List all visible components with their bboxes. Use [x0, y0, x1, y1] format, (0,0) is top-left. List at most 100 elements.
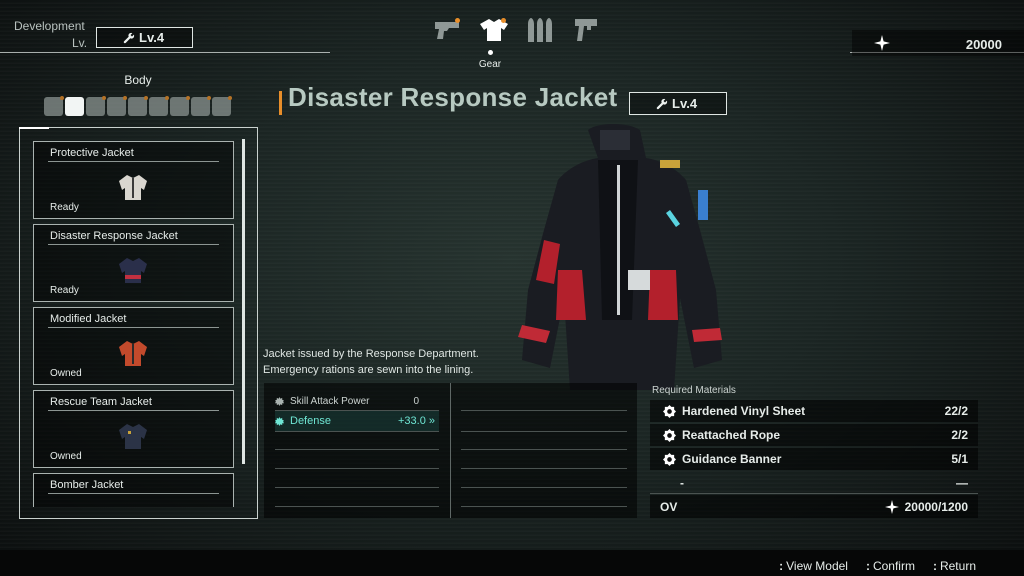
material-name: - [680, 475, 684, 490]
material-row: - — [650, 472, 978, 494]
item-divider [48, 244, 219, 245]
tab-gear[interactable] [476, 14, 512, 46]
item-description: Jacket issued by the Response Department… [263, 346, 479, 378]
tab-ammo[interactable] [522, 14, 558, 46]
stat-row-line [461, 468, 627, 469]
gear-icon [275, 396, 284, 406]
list-item[interactable]: Disaster Response Jacket Ready [33, 224, 234, 302]
list-item[interactable]: Modified Jacket Owned [33, 307, 234, 385]
prompt-key-glyph: : [865, 559, 870, 573]
active-tab-label: Gear [478, 59, 502, 70]
prompt-label: Return [939, 559, 976, 573]
wrench-icon [656, 98, 668, 109]
stat-row-line [461, 431, 627, 432]
item-title: Disaster Response Jacket [288, 82, 618, 112]
item-name: Bomber Jacket [50, 479, 124, 491]
item-status: Ready [50, 285, 79, 296]
currency-value: 20000 [965, 37, 1002, 52]
slot-body-icon[interactable] [65, 97, 84, 116]
list-scrollbar[interactable] [242, 139, 245, 464]
material-count: 22/2 [944, 404, 968, 418]
character-model[interactable] [510, 120, 730, 390]
jacket-icon [119, 258, 147, 283]
stat-row-defense: Defense +33.0 » [275, 411, 439, 431]
stat-label: Skill Attack Power [290, 395, 370, 407]
stat-row-line [275, 506, 439, 507]
stat-row-line [461, 410, 627, 411]
prompt-key-glyph: : [932, 559, 937, 573]
wrench-icon [123, 32, 135, 43]
category-tabs [430, 14, 604, 46]
stat-row-line [461, 487, 627, 488]
new-indicator-dot [501, 18, 506, 23]
title-accent-bar [279, 91, 282, 115]
development-level-badge: Lv.4 [96, 27, 193, 48]
description-line-2: Emergency rations are sewn into the lini… [263, 364, 474, 376]
material-badge-icon [663, 404, 676, 418]
item-name: Disaster Response Jacket [50, 230, 178, 242]
slot-shoes-icon[interactable] [128, 96, 148, 116]
slot-accessory-icon[interactable] [212, 96, 232, 116]
tool-icon [575, 19, 597, 41]
item-status: Ready [50, 202, 79, 213]
slot-icon-row [44, 96, 232, 116]
development-lv-label: Lv. [72, 36, 88, 50]
stat-row-line [275, 468, 439, 469]
tab-weapon[interactable] [430, 14, 466, 46]
stat-value: 0 [413, 395, 419, 407]
list-item[interactable]: Bomber Jacket [33, 473, 234, 507]
stat-row-line [275, 410, 439, 411]
material-name: Guidance Banner [682, 452, 782, 466]
item-status: Owned [50, 368, 82, 379]
slot-gloves-icon[interactable] [107, 96, 127, 116]
development-level-value: Lv.4 [139, 30, 165, 45]
stat-label: Defense [290, 415, 331, 427]
description-line-1: Jacket issued by the Response Department… [263, 348, 479, 360]
material-name: Reattached Rope [682, 428, 781, 442]
active-tab-indicator [488, 50, 493, 55]
slot-bag-icon[interactable] [191, 96, 211, 116]
gear-screen: Development Lv. Lv.4 Gear 20000 Body Pro… [0, 0, 1024, 576]
view-model-prompt[interactable]: : View Model [779, 559, 848, 573]
slot-vest-icon[interactable] [44, 96, 64, 116]
return-prompt[interactable]: : Return [933, 559, 976, 573]
stat-row-line [461, 506, 627, 507]
tab-tool[interactable] [568, 14, 604, 46]
list-item[interactable]: Rescue Team Jacket Owned [33, 390, 234, 468]
jacket-icon [119, 341, 147, 366]
material-count: 5/1 [951, 452, 968, 466]
material-badge-icon [663, 452, 676, 466]
slot-hat-icon[interactable] [149, 96, 169, 116]
item-status: Owned [50, 451, 82, 462]
item-divider [48, 161, 219, 162]
material-count: — [956, 475, 968, 490]
gear-icon [275, 416, 284, 426]
item-divider [48, 493, 219, 494]
ov-value: 20000/1200 [904, 499, 968, 514]
item-level-badge: Lv.4 [629, 92, 727, 115]
stat-row-line [275, 449, 439, 450]
stat-row-line [275, 487, 439, 488]
material-row: Guidance Banner 5/1 [650, 448, 978, 470]
development-label: Development [14, 19, 85, 33]
slot-goggles-icon[interactable] [170, 96, 190, 116]
material-count: 2/2 [951, 428, 968, 442]
material-row: Reattached Rope 2/2 [650, 424, 978, 446]
prompt-label: Confirm [872, 559, 915, 573]
ov-label: OV [660, 499, 678, 514]
button-prompts: : View Model : Confirm : Return [779, 559, 976, 573]
jacket-icon [119, 175, 147, 200]
slot-pants-icon[interactable] [86, 96, 106, 116]
prompt-label: View Model [786, 559, 848, 573]
ammo-icon [528, 18, 552, 42]
stats-column-divider [450, 383, 451, 518]
ov-cost-row: OV 20000/1200 [650, 495, 978, 518]
material-name: Hardened Vinyl Sheet [682, 404, 806, 418]
material-badge-icon [663, 428, 676, 442]
stat-value: +33.0 » [397, 415, 435, 427]
confirm-prompt[interactable]: : Confirm [866, 559, 915, 573]
list-item[interactable]: Protective Jacket Ready [33, 141, 234, 219]
sparkle-icon [884, 499, 899, 514]
slot-title: Body [124, 73, 152, 87]
item-level-value: Lv.4 [672, 96, 698, 111]
